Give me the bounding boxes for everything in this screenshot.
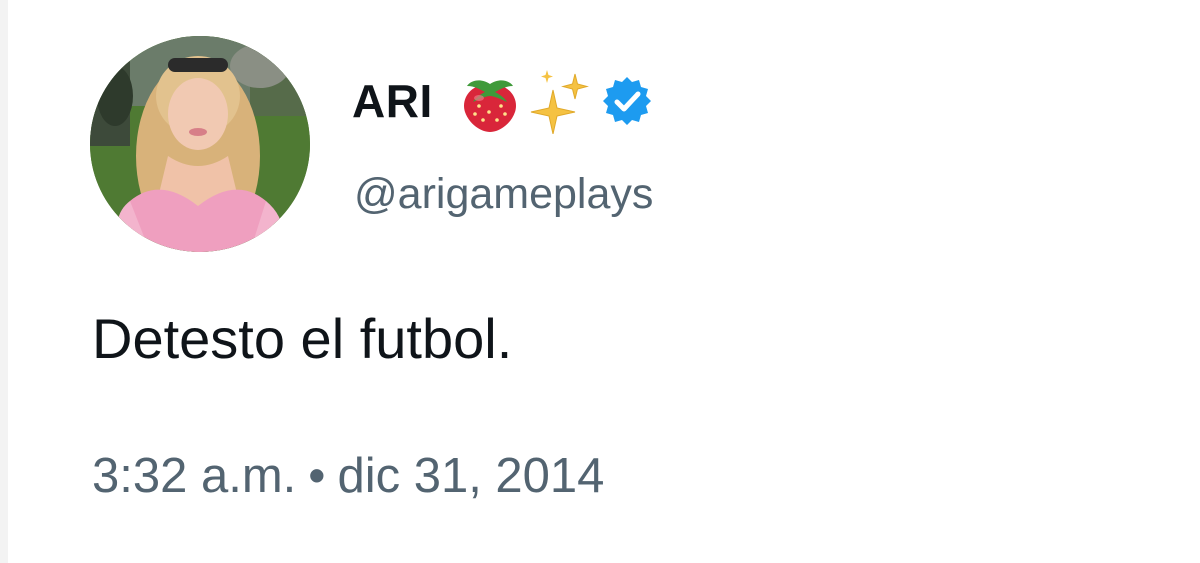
card-border (0, 0, 8, 563)
verified-badge-icon[interactable] (601, 75, 653, 127)
tweet-text: Detesto el futbol. (92, 307, 513, 370)
author-name-row[interactable]: ARI (352, 66, 653, 136)
tweet-date[interactable]: dic 31, 2014 (337, 448, 604, 504)
avatar-image (90, 36, 310, 252)
separator-dot: • (308, 449, 326, 503)
author-handle[interactable]: @arigameplays (354, 170, 653, 219)
sparkles-icon (530, 70, 589, 134)
display-name[interactable]: ARI (352, 74, 433, 128)
avatar[interactable] (90, 36, 310, 252)
tweet-card: ARI @arigameplays Detesto el futbol. 3:3… (0, 0, 1200, 563)
strawberry-icon (463, 80, 516, 132)
tweet-time[interactable]: 3:32 a.m. (92, 448, 296, 504)
tweet-metadata: 3:32 a.m. • dic 31, 2014 (92, 448, 604, 504)
